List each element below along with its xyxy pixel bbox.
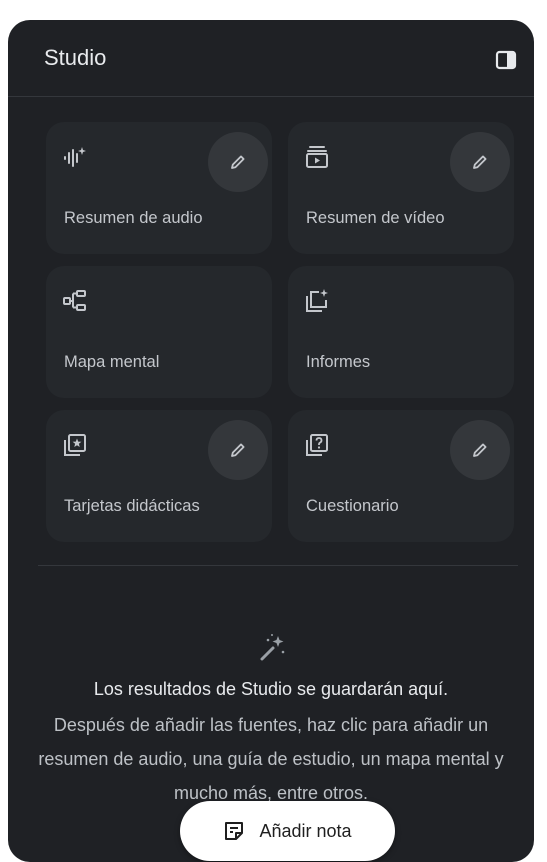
studio-header: Studio	[8, 20, 534, 96]
card-label: Tarjetas didácticas	[64, 497, 200, 515]
card-label: Mapa mental	[64, 353, 160, 371]
pencil-icon	[231, 443, 245, 457]
pencil-icon	[473, 443, 487, 457]
pencil-icon	[231, 155, 245, 169]
video-overview-icon	[304, 144, 330, 170]
edit-quiz-button[interactable]	[450, 420, 510, 480]
card-label: Resumen de audio	[64, 209, 203, 227]
add-note-button[interactable]: Añadir nota	[180, 801, 395, 861]
panel-title: Studio	[44, 45, 107, 70]
card-audio-overview[interactable]: Resumen de audio	[46, 122, 272, 254]
card-mind-map[interactable]: Mapa mental	[46, 266, 272, 398]
card-quiz[interactable]: Cuestionario	[288, 410, 514, 542]
quiz-question-icon	[304, 432, 330, 458]
card-label: Cuestionario	[306, 497, 399, 515]
card-flashcards[interactable]: Tarjetas didácticas	[46, 410, 272, 542]
card-video-overview[interactable]: Resumen de vídeo	[288, 122, 514, 254]
studio-panel: Studio Resumen de audio Resumen de vídeo…	[8, 20, 534, 862]
empty-state: Los resultados de Studio se guardarán aq…	[8, 630, 534, 810]
audio-waveform-sparkle-icon	[62, 144, 88, 170]
header-divider	[8, 96, 534, 97]
add-note-label: Añadir nota	[259, 820, 352, 841]
mind-map-icon	[62, 288, 88, 314]
empty-state-description: Después de añadir las fuentes, haz clic …	[38, 715, 504, 803]
flashcards-star-icon	[62, 432, 88, 458]
pencil-icon	[473, 155, 487, 169]
edit-flashcards-button[interactable]	[208, 420, 268, 480]
card-label: Resumen de vídeo	[306, 209, 445, 227]
section-divider	[38, 565, 518, 566]
reports-sparkle-icon	[304, 288, 330, 314]
card-label: Informes	[306, 353, 371, 371]
edit-audio-overview-button[interactable]	[208, 132, 268, 192]
empty-state-title: Los resultados de Studio se guardarán aq…	[93, 679, 449, 699]
card-reports[interactable]: Informes	[288, 266, 514, 398]
magic-wand-icon	[260, 634, 285, 661]
side-panel-icon[interactable]	[494, 48, 518, 72]
edit-video-overview-button[interactable]	[450, 132, 510, 192]
note-icon	[225, 822, 244, 840]
